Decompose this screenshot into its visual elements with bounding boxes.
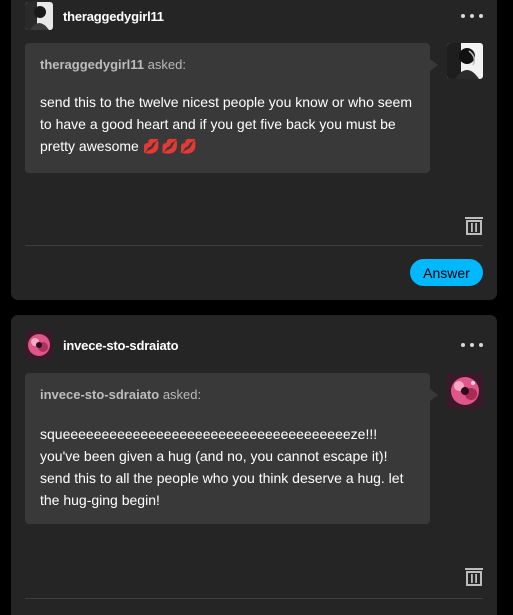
question-bubble: theraggedygirl11 asked: send this to the… xyxy=(25,43,438,173)
question-text: send this to the twelve nicest people yo… xyxy=(40,91,416,157)
dot-icon xyxy=(479,14,483,18)
asker-name[interactable]: invece-sto-sdraiato xyxy=(40,387,159,402)
asked-line: theraggedygirl11 asked: xyxy=(40,57,186,72)
divider xyxy=(25,245,483,246)
post-card: theraggedygirl11 theraggedygirl11 asked:… xyxy=(11,0,497,300)
dot-icon xyxy=(470,14,474,18)
post-header: theraggedygirl11 xyxy=(25,0,483,32)
post-username[interactable]: invece-sto-sdraiato xyxy=(63,338,179,353)
asker-name[interactable]: theraggedygirl11 xyxy=(40,57,144,72)
question-bubble: invece-sto-sdraiato asked: squeeeeeeeeee… xyxy=(25,373,438,524)
dot-icon xyxy=(461,14,465,18)
dot-icon xyxy=(479,343,483,347)
asked-line: invece-sto-sdraiato asked: xyxy=(40,387,201,402)
post-header: invece-sto-sdraiato xyxy=(25,329,483,361)
asker-avatar[interactable] xyxy=(447,43,483,79)
more-options-button[interactable] xyxy=(461,337,483,353)
dot-icon xyxy=(461,343,465,347)
bw-portrait-avatar[interactable] xyxy=(25,2,53,30)
asked-label: asked: xyxy=(159,387,202,402)
trash-icon[interactable] xyxy=(463,565,485,587)
post-username[interactable]: theraggedygirl11 xyxy=(63,9,164,24)
pink-flower-avatar[interactable] xyxy=(25,331,53,359)
divider xyxy=(25,598,483,599)
lips-emoji: 💋💋💋 xyxy=(142,138,199,154)
trash-icon[interactable] xyxy=(463,214,485,236)
dot-icon xyxy=(470,343,474,347)
asker-avatar[interactable] xyxy=(447,373,483,409)
question-text: squeeeeeeeeeeeeeeeeeeeeeeeeeeeeeeeeeeeee… xyxy=(40,426,404,508)
answer-button[interactable]: Answer xyxy=(410,259,483,286)
asked-label: asked: xyxy=(144,57,186,72)
question-body: send this to the twelve nicest people yo… xyxy=(40,94,412,154)
post-card: invece-sto-sdraiato invece-sto-sdraiato … xyxy=(11,315,497,615)
more-options-button[interactable] xyxy=(461,8,483,24)
